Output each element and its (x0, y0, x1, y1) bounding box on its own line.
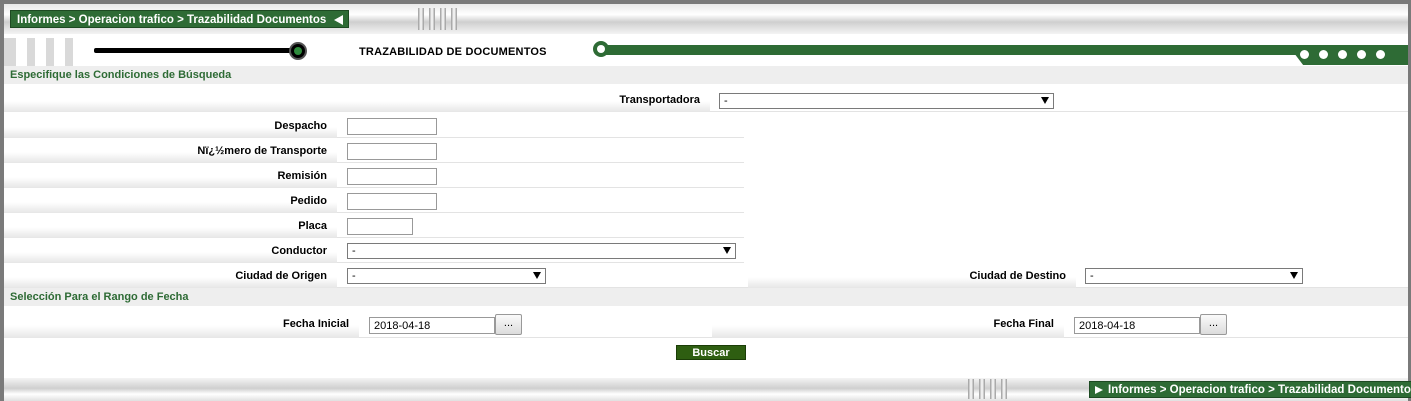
form-row-conductor: Conductor - (4, 239, 744, 263)
placa-input[interactable] (347, 218, 413, 235)
decorative-slider-track (94, 48, 299, 53)
form-row-remision: Remisión (4, 164, 744, 188)
fecha-final-calendar-button[interactable]: ... (1200, 314, 1227, 335)
fecha-final-input[interactable] (1074, 317, 1200, 334)
grip-icon (418, 8, 457, 30)
decorative-green-bar (600, 45, 1408, 55)
transportadora-value: - (724, 95, 728, 107)
conductor-select[interactable]: - (347, 243, 736, 259)
page-title: TRAZABILIDAD DE DOCUMENTOS (359, 46, 547, 58)
page-frame: Informes > Operacion trafico > Trazabili… (0, 0, 1411, 401)
form-row-pedido: Pedido (4, 189, 744, 213)
form-row-placa: Placa (4, 214, 744, 238)
numero-transporte-label: Nï¿½mero de Transporte (4, 139, 337, 163)
ciudad-origen-label: Ciudad de Origen (4, 264, 337, 288)
fecha-inicial-input[interactable] (369, 317, 495, 334)
ciudad-origen-value: - (352, 270, 356, 282)
form-row-transportadora: Transportadora - (4, 88, 1408, 112)
green-dot-icon (593, 41, 609, 57)
conductor-label: Conductor (4, 239, 337, 263)
top-bar: Informes > Operacion trafico > Trazabili… (4, 4, 1408, 34)
conductor-value: - (352, 245, 356, 257)
fecha-final-label: Fecha Final (712, 310, 1064, 338)
bottom-bar: Informes > Operacion trafico > Trazabili… (4, 378, 1411, 401)
dropdown-arrow-icon (533, 272, 541, 279)
form-row-ciudades: Ciudad de Origen - Ciudad de Destino - (4, 264, 1408, 288)
expand-arrow-icon[interactable] (1095, 386, 1103, 394)
form-row-fechas: Fecha Inicial ... Fecha Final ... (4, 310, 1408, 338)
dropdown-arrow-icon (1290, 272, 1298, 279)
dots-icon (1300, 50, 1385, 59)
dropdown-arrow-icon (1041, 97, 1049, 104)
section-title-dates: Selección Para el Rango de Fecha (4, 288, 1408, 306)
breadcrumb-top[interactable]: Informes > Operacion trafico > Trazabili… (10, 10, 350, 28)
ciudad-destino-label: Ciudad de Destino (748, 264, 1076, 288)
breadcrumb-bottom-label: Informes > Operacion trafico > Trazabili… (1108, 384, 1411, 396)
numero-transporte-input[interactable] (347, 143, 437, 160)
remision-label: Remisión (4, 164, 337, 188)
collapse-arrow-icon[interactable] (334, 15, 344, 25)
despacho-label: Despacho (4, 114, 337, 138)
form-row-despacho: Despacho (4, 114, 744, 138)
breadcrumb-top-label: Informes > Operacion trafico > Trazabili… (17, 14, 327, 26)
grip-icon (968, 379, 1007, 399)
fecha-inicial-label: Fecha Inicial (4, 310, 359, 338)
breadcrumb-bottom[interactable]: Informes > Operacion trafico > Trazabili… (1089, 381, 1411, 398)
slider-knob-icon (289, 42, 307, 60)
pedido-label: Pedido (4, 189, 337, 213)
dropdown-arrow-icon (723, 247, 731, 254)
title-bar: TRAZABILIDAD DE DOCUMENTOS (4, 38, 1408, 68)
transportadora-select[interactable]: - (719, 93, 1054, 109)
remision-input[interactable] (347, 168, 437, 185)
ciudad-origen-select[interactable]: - (347, 268, 546, 284)
search-button[interactable]: Buscar (676, 345, 746, 360)
form-row-numero-transporte: Nï¿½mero de Transporte (4, 139, 744, 163)
despacho-input[interactable] (347, 118, 437, 135)
pedido-input[interactable] (347, 193, 437, 210)
fecha-inicial-calendar-button[interactable]: ... (495, 314, 522, 335)
ciudad-destino-select[interactable]: - (1085, 268, 1303, 284)
ciudad-destino-value: - (1090, 270, 1094, 282)
transportadora-label: Transportadora (4, 88, 710, 112)
placa-label: Placa (4, 214, 337, 238)
section-title-search: Especifique las Condiciones de Búsqueda (4, 66, 1408, 84)
decorative-blocks (4, 38, 84, 68)
